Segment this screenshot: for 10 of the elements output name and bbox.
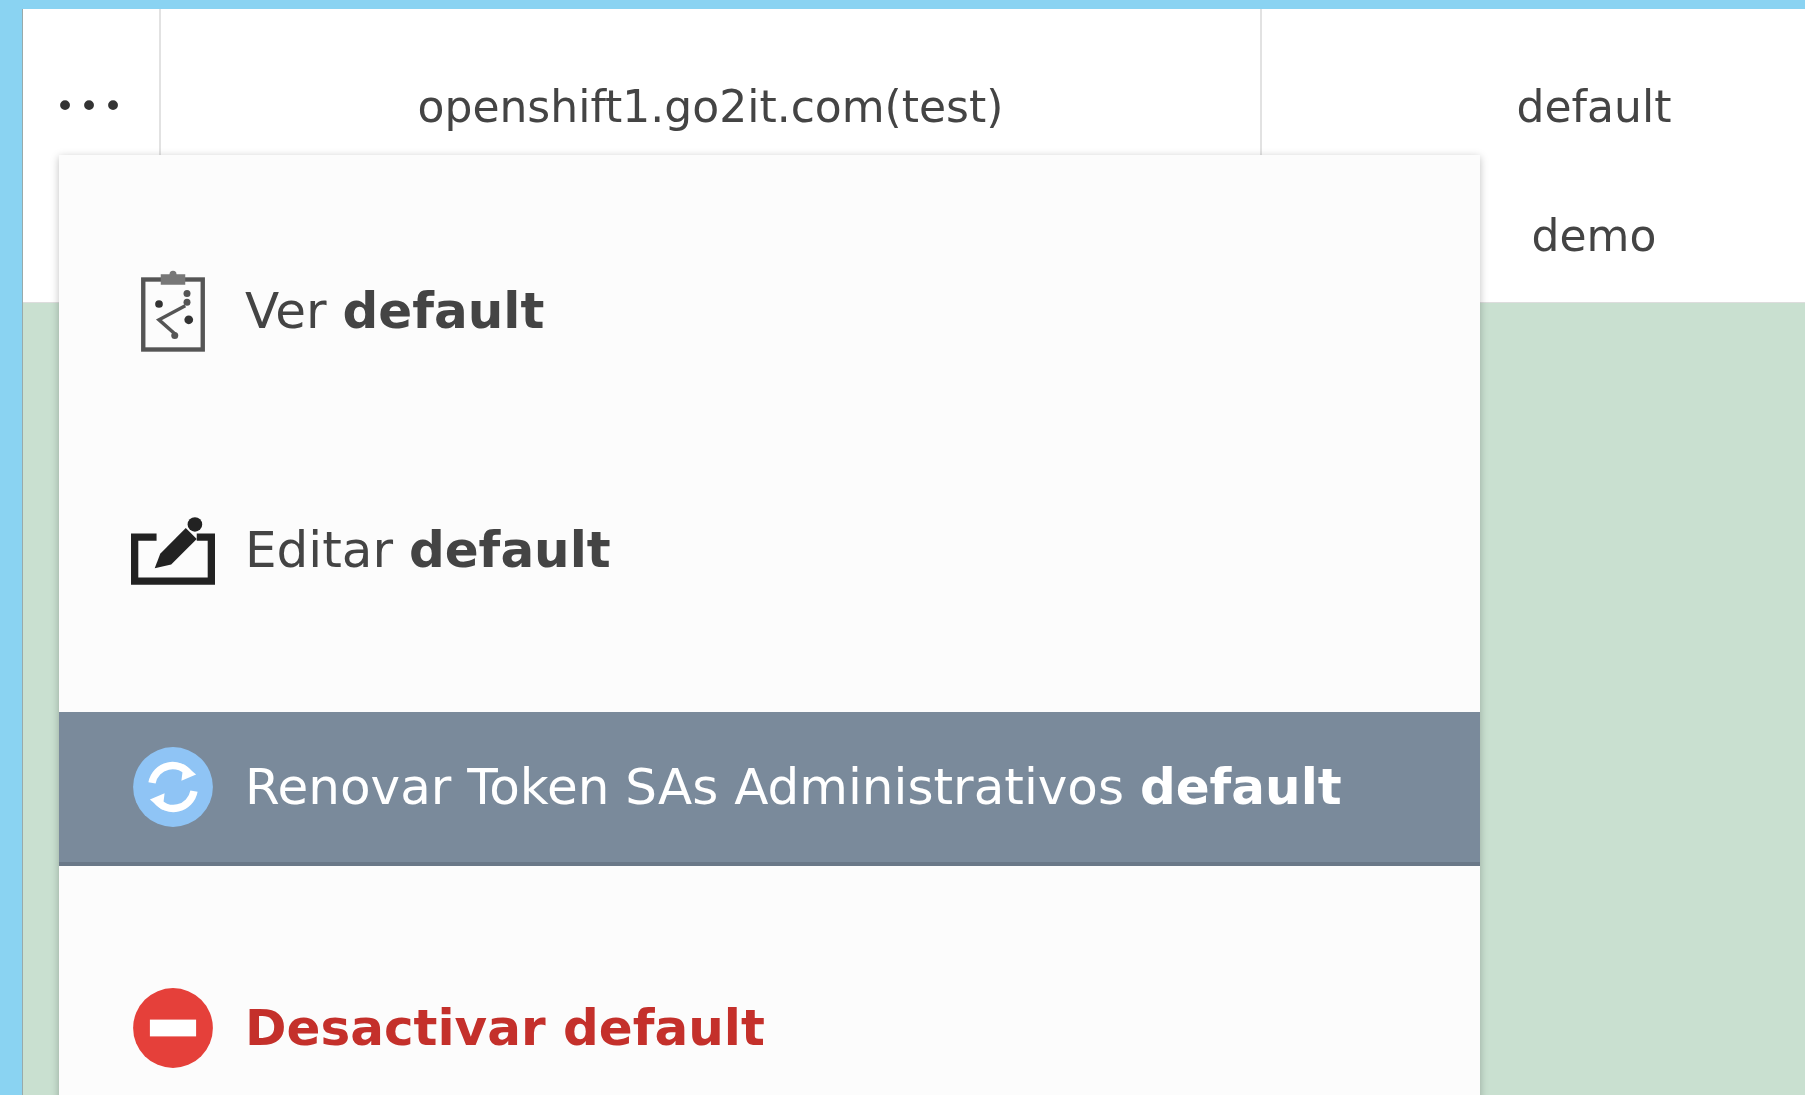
table-cell: default bbox=[1516, 80, 1672, 132]
menu-item[interactable]: Desactivar default bbox=[59, 951, 1480, 1095]
minus-circle-icon bbox=[131, 986, 215, 1070]
menu-item[interactable]: Editar default bbox=[59, 472, 1480, 627]
table-cell: demo bbox=[1531, 210, 1657, 261]
menu-item[interactable]: Renovar Token SAs Administrativos default bbox=[59, 711, 1480, 866]
refresh-icon bbox=[131, 744, 215, 829]
menu-item[interactable]: Ver default bbox=[59, 234, 1480, 388]
more-button[interactable]: ••• bbox=[54, 86, 128, 126]
table-cell: openshift1.go2it.com(test) bbox=[417, 80, 1004, 132]
